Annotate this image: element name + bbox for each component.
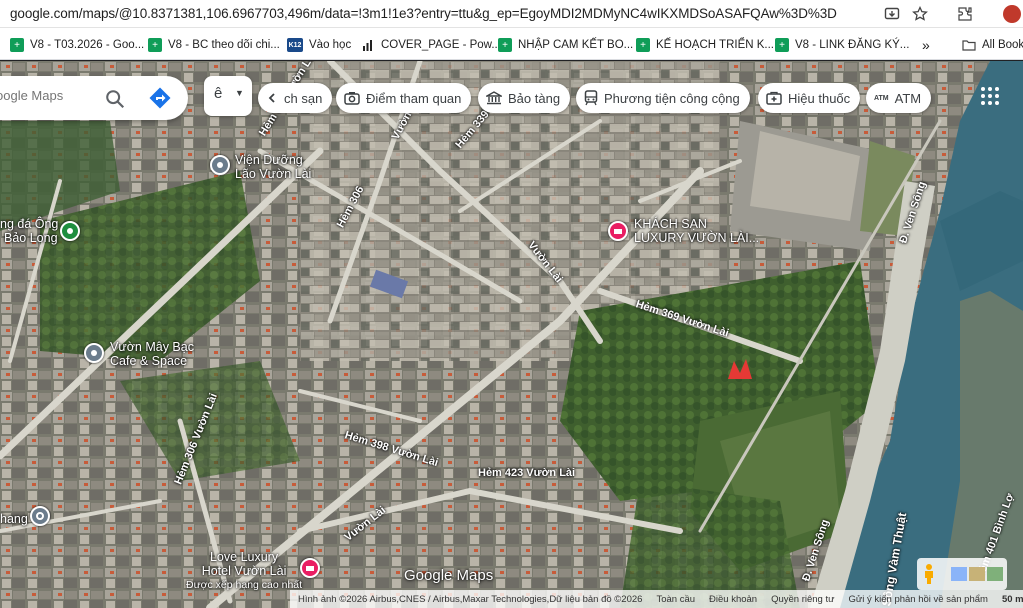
satellite-imagery <box>0 61 1023 608</box>
footer-link-privacy[interactable]: Quyền riêng tư <box>771 594 834 605</box>
road-label: Hẻm 423 Vườn Lài <box>478 467 576 479</box>
museum-icon <box>486 91 502 105</box>
layer-thumb-icon[interactable] <box>987 567 1003 581</box>
sheets-icon: + <box>498 38 512 52</box>
green-poi-pin-icon[interactable] <box>60 221 80 241</box>
pharmacy-icon <box>766 91 782 105</box>
footer-link-terms[interactable]: Điều khoản <box>709 594 757 605</box>
directions-icon[interactable] <box>148 86 172 110</box>
chip-pharmacy[interactable]: Hiệu thuốc <box>758 83 861 113</box>
attribution-text: Hình ảnh ©2026 Airbus,CNES / Airbus,Maxa… <box>298 593 643 605</box>
sheets-icon: + <box>10 38 24 52</box>
poi-pin-icon[interactable] <box>84 343 104 363</box>
transit-icon <box>584 90 598 106</box>
poi-label[interactable]: Vườn Mây Bạc Cafe & Space <box>110 340 194 368</box>
google-maps-watermark: Google Maps <box>404 567 494 584</box>
sheets-icon: + <box>775 38 789 52</box>
camera-icon <box>344 92 360 105</box>
chip-hotels[interactable]: ch sạn <box>258 83 333 113</box>
all-bookmarks-button[interactable]: All Book <box>962 36 1023 54</box>
apps-grid-icon[interactable] <box>978 84 1002 108</box>
chevron-left-icon[interactable] <box>266 92 278 104</box>
scale-label[interactable]: 50 mét <box>1002 594 1023 605</box>
chip-transit[interactable]: Phương tiện công cộng <box>576 83 750 113</box>
bar-chart-icon <box>361 38 375 52</box>
chevron-down-icon: ▼ <box>235 88 244 98</box>
bookmark-item[interactable]: + KẾ HOẠCH TRIỂN K... <box>636 36 774 54</box>
bookmark-item[interactable]: + V8 - BC theo dõi chi... <box>148 36 280 54</box>
k12-icon: K12 <box>287 38 303 52</box>
map-footer: Hình ảnh ©2026 Airbus,CNES / Airbus,Maxa… <box>290 590 1023 608</box>
hotel-dropdown-glyph: ê <box>214 85 223 102</box>
footer-link-global[interactable]: Toàn cầu <box>656 594 695 605</box>
search-icon[interactable] <box>104 88 126 110</box>
sheets-icon: + <box>636 38 650 52</box>
bookmark-star-icon[interactable] <box>910 4 930 24</box>
poi-label[interactable]: Love Luxury Hotel Vườn Lài Được xếp hạng c… <box>186 550 302 592</box>
poi-label[interactable]: hang <box>0 512 28 526</box>
layer-thumb-icon[interactable] <box>951 567 967 581</box>
sheets-icon: + <box>148 38 162 52</box>
gear-pin-icon[interactable] <box>30 506 50 526</box>
hotel-category-dropdown[interactable]: ê ▼ <box>204 76 252 116</box>
bookmarks-bar: + V8 - T03.2026 - Goo... + V8 - BC theo dõ… <box>0 28 1023 60</box>
poi-label[interactable]: KHÁCH SẠN LUXURY VƯỜN LÀI... <box>634 217 759 245</box>
bookmark-item[interactable]: + V8 - T03.2026 - Goo... <box>10 36 144 54</box>
layers-control[interactable] <box>917 558 1007 590</box>
satellite-map[interactable]: Viện Dưỡng Lão Vườn Lài ng đá Ông Bảo Long… <box>0 61 1023 608</box>
pegman-icon[interactable] <box>923 563 935 585</box>
folder-icon <box>962 38 976 52</box>
search-box[interactable] <box>0 76 188 120</box>
chip-attractions[interactable]: Điểm tham quan <box>336 83 472 113</box>
atm-icon: ATM <box>874 94 889 102</box>
hotel-pin-icon[interactable] <box>608 221 628 241</box>
profile-avatar[interactable] <box>1003 5 1021 23</box>
chip-atm[interactable]: ATM ATM <box>866 83 932 113</box>
extensions-icon[interactable] <box>955 4 975 24</box>
bookmark-item[interactable]: + V8 - LINK ĐĂNG KÝ... <box>775 36 909 54</box>
layer-thumb-icon[interactable] <box>969 567 985 581</box>
address-bar[interactable]: google.com/maps/@10.8371381,106.6967703,… <box>0 0 1023 28</box>
poi-pin-icon[interactable] <box>210 155 230 175</box>
footer-link-feedback[interactable]: Gửi ý kiến phản hồi về sản phẩm <box>848 594 987 605</box>
poi-label[interactable]: Viện Dưỡng Lão Vườn Lài <box>235 153 311 181</box>
bookmark-item[interactable]: COVER_PAGE - Pow... <box>361 36 501 54</box>
poi-label[interactable]: ng đá Ông Bảo Long <box>0 217 58 245</box>
chip-museums[interactable]: Bảo tàng <box>478 83 571 113</box>
bookmarks-overflow-button[interactable]: » <box>922 36 930 54</box>
search-input[interactable] <box>0 88 96 103</box>
bookmark-item[interactable]: K12 Vào học <box>287 36 351 54</box>
hotel-pin-icon[interactable] <box>300 558 320 578</box>
url-text[interactable]: google.com/maps/@10.8371381,106.6967703,… <box>10 6 837 21</box>
bookmark-item[interactable]: + NHẬP CAM KẾT BO... <box>498 36 633 54</box>
install-app-icon[interactable] <box>882 4 902 24</box>
